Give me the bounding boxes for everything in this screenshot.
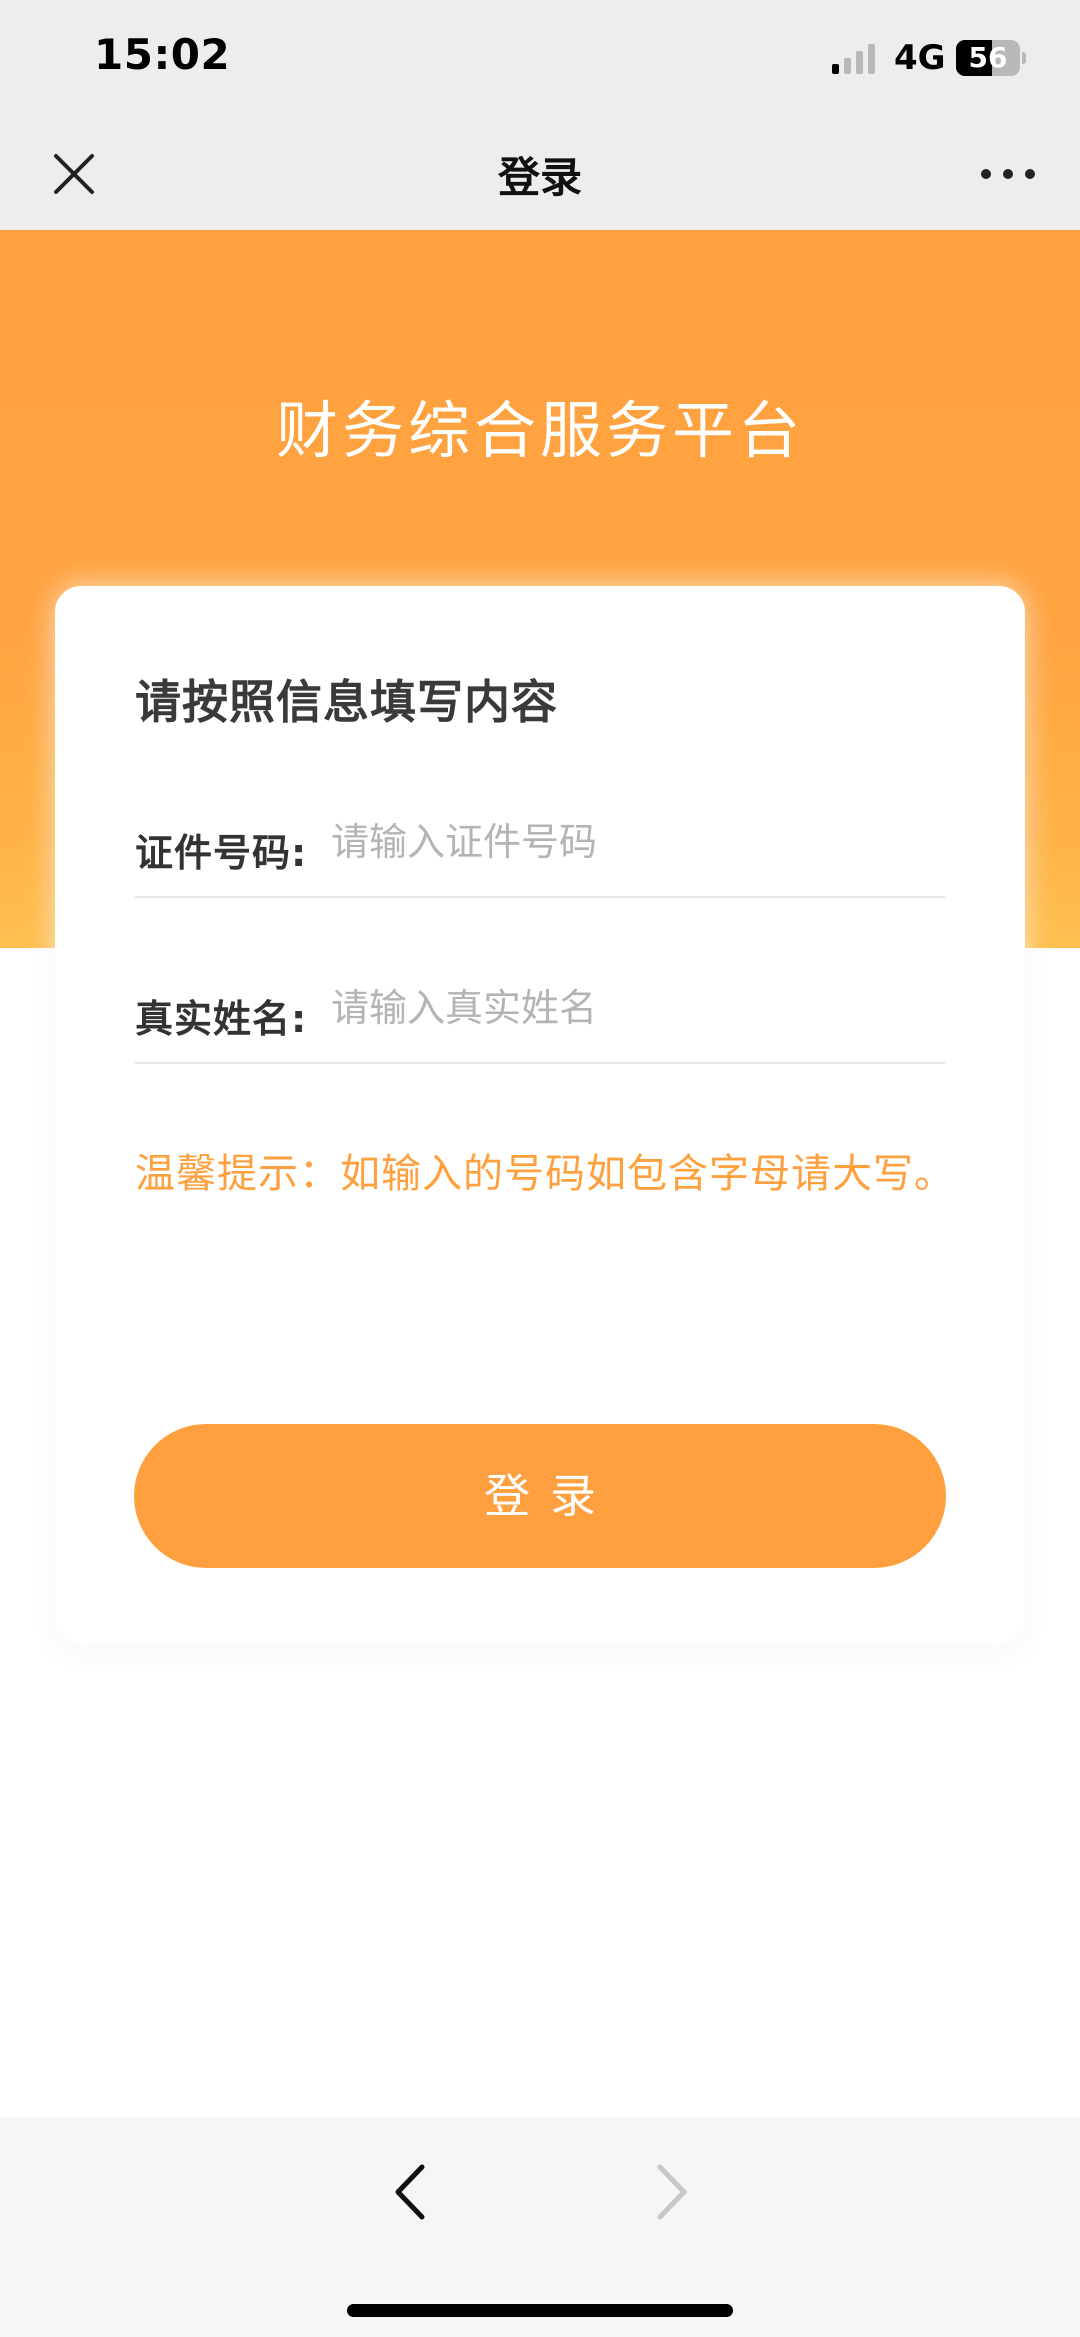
chevron-left-icon[interactable] — [384, 2157, 434, 2227]
network-type: 4G — [894, 38, 946, 78]
status-bar: 15:02 4G 56 — [0, 0, 1080, 118]
real-name-input[interactable] — [331, 978, 931, 1038]
login-card: 请按照信息填写内容 证件号码: 真实姓名: 温馨提示：如输入的号码如包含字母请大… — [55, 586, 1025, 1644]
login-button[interactable]: 登录 — [134, 1424, 946, 1568]
id-number-field: 证件号码: — [135, 786, 945, 898]
tip-text: 温馨提示：如输入的号码如包含字母请大写。 — [135, 1151, 955, 1197]
real-name-label: 真实姓名: — [135, 997, 308, 1041]
id-number-label: 证件号码: — [135, 831, 308, 875]
nav-bar: 登录 — [0, 118, 1080, 230]
real-name-field: 真实姓名: — [135, 952, 945, 1064]
signal-icon — [832, 44, 875, 74]
more-icon[interactable] — [978, 154, 1038, 194]
page-title: 登录 — [497, 153, 582, 202]
battery-icon: 56 — [956, 40, 1026, 76]
id-number-input[interactable] — [331, 812, 931, 872]
form-heading: 请按照信息填写内容 — [135, 675, 558, 729]
home-indicator — [347, 2304, 733, 2317]
platform-title: 财务综合服务平台 — [275, 394, 804, 467]
chevron-right-icon[interactable] — [648, 2157, 698, 2227]
bottom-toolbar — [0, 2117, 1080, 2337]
status-time: 15:02 — [94, 30, 231, 79]
battery-level: 56 — [968, 41, 1008, 74]
